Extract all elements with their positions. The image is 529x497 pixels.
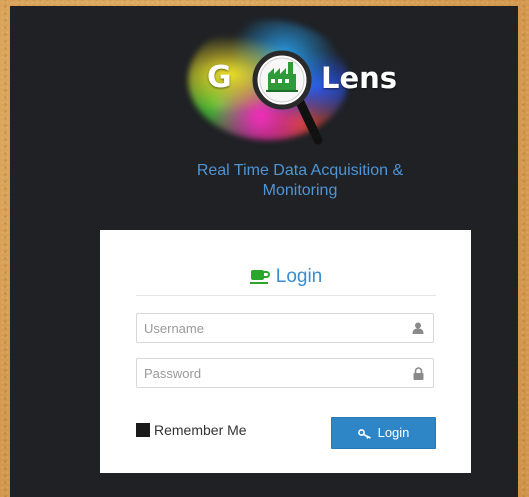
login-button-label: Login [377, 425, 410, 440]
logo-letter: G [207, 60, 232, 95]
g-lens-logo: G Lens [180, 14, 397, 154]
tagline: Real Time Data Acquisition & Monitoring [150, 161, 450, 201]
key-icon [357, 429, 371, 439]
tagline-line-1: Real Time Data Acquisition & [196, 162, 404, 179]
login-header: Login [136, 266, 436, 294]
magnifier-factory-icon [252, 50, 323, 145]
login-card: Login Remember Me Login [100, 230, 471, 473]
username-input[interactable] [137, 314, 407, 342]
remember-me-label: Remember Me [154, 422, 247, 438]
password-input[interactable] [137, 359, 407, 387]
remember-me-checkbox[interactable] [136, 423, 150, 437]
user-icon [412, 322, 424, 334]
login-title: Login [275, 266, 323, 287]
login-button[interactable]: Login [331, 417, 436, 449]
remember-me[interactable]: Remember Me [136, 422, 247, 440]
username-field[interactable] [136, 313, 434, 343]
header-divider [136, 295, 436, 296]
logo-word: Lens [321, 61, 398, 95]
tagline-line-2: Monitoring [262, 182, 338, 199]
coffee-cup-icon [249, 270, 270, 284]
lock-icon [413, 367, 424, 380]
password-field[interactable] [136, 358, 434, 388]
